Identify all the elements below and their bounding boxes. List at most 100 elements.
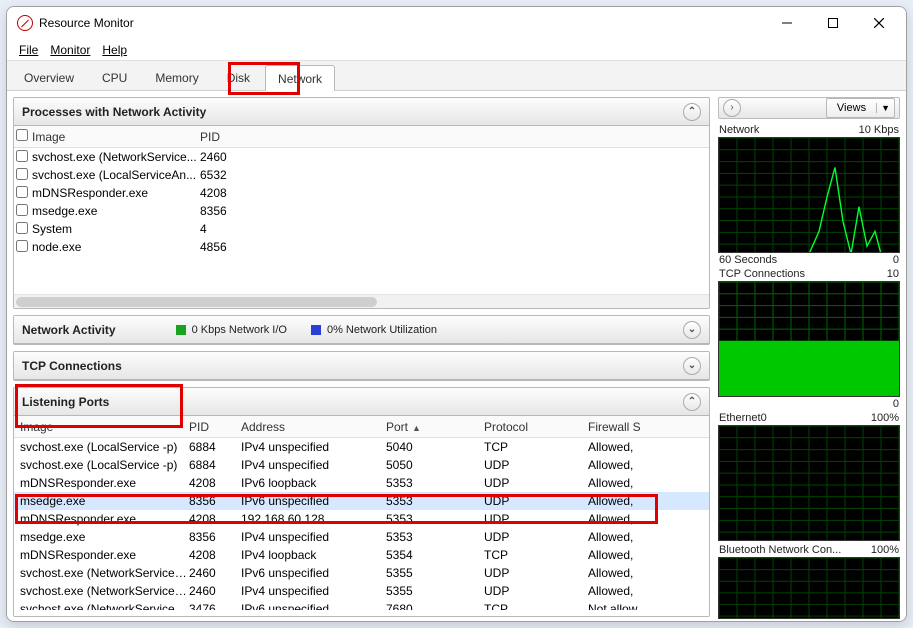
listening-port-row[interactable]: mDNSResponder.exe 4208 IPv4 loopback 535… <box>14 546 709 564</box>
row-checkbox[interactable] <box>16 168 28 180</box>
chevron-down-icon: ⌄ <box>688 361 696 371</box>
process-row[interactable]: mDNSResponder.exe 4208 <box>14 184 709 202</box>
collapse-panel-button[interactable]: › <box>723 99 741 117</box>
collapse-button[interactable]: ⌃ <box>683 393 701 411</box>
listening-port-row[interactable]: svchost.exe (NetworkService -p) 2460 IPv… <box>14 564 709 582</box>
cell-port: 5050 <box>386 458 484 472</box>
process-row[interactable]: svchost.exe (NetworkService... 2460 <box>14 148 709 166</box>
tab-network[interactable]: Network <box>265 65 335 91</box>
cell-pid: 4 <box>200 222 260 236</box>
col-pid[interactable]: PID <box>189 420 241 434</box>
listening-port-row[interactable]: svchost.exe (LocalService -p) 6884 IPv4 … <box>14 438 709 456</box>
tab-memory[interactable]: Memory <box>142 64 211 90</box>
scroll-thumb[interactable] <box>16 297 377 307</box>
cell-pid: 6884 <box>189 458 241 472</box>
cell-port: 5355 <box>386 584 484 598</box>
col-port[interactable]: Port▲ <box>386 420 484 434</box>
cell-firewall: Allowed, <box>588 584 654 598</box>
row-checkbox[interactable] <box>16 240 28 252</box>
expand-button[interactable]: ⌄ <box>683 357 701 375</box>
cell-address: IPv4 unspecified <box>241 440 386 454</box>
app-icon <box>17 15 33 31</box>
legend-util: 0% Network Utilization <box>311 324 437 336</box>
graph-title: Bluetooth Network Con... <box>719 544 841 556</box>
menu-help[interactable]: Help <box>96 41 133 59</box>
cell-image: msedge.exe <box>14 530 189 544</box>
views-dropdown[interactable]: Views ▼ <box>826 98 895 118</box>
cell-image: svchost.exe (NetworkService -p) <box>14 602 189 610</box>
cell-port: 7680 <box>386 602 484 610</box>
process-row[interactable]: svchost.exe (LocalServiceAn... 6532 <box>14 166 709 184</box>
processes-header[interactable]: Processes with Network Activity ⌃ <box>14 98 709 126</box>
cell-port: 5353 <box>386 512 484 526</box>
row-checkbox[interactable] <box>16 222 28 234</box>
cell-pid: 2460 <box>189 566 241 580</box>
maximize-button[interactable] <box>810 8 856 38</box>
cell-port: 5353 <box>386 494 484 508</box>
cell-image: svchost.exe (LocalService -p) <box>14 458 189 472</box>
tab-overview[interactable]: Overview <box>11 64 87 90</box>
horizontal-scrollbar[interactable] <box>14 294 709 308</box>
listening-port-row[interactable]: mDNSResponder.exe 4208 192.168.60.128 53… <box>14 510 709 528</box>
row-checkbox[interactable] <box>16 186 28 198</box>
cell-pid: 6532 <box>200 168 260 182</box>
processes-columns: Image PID <box>14 126 709 148</box>
cell-pid: 8356 <box>200 204 260 218</box>
processes-title: Processes with Network Activity <box>22 105 206 119</box>
tab-cpu[interactable]: CPU <box>89 64 140 90</box>
cell-image: svchost.exe (NetworkService -p) <box>14 584 189 598</box>
tcp-header[interactable]: TCP Connections ⌄ <box>14 352 709 380</box>
col-pid[interactable]: PID <box>200 130 260 144</box>
minimize-button[interactable] <box>764 8 810 38</box>
row-checkbox[interactable] <box>16 204 28 216</box>
processes-body: Image PID svchost.exe (NetworkService...… <box>14 126 709 308</box>
collapse-button[interactable]: ⌃ <box>683 103 701 121</box>
cell-protocol: UDP <box>484 494 588 508</box>
menu-monitor[interactable]: Monitor <box>44 41 96 59</box>
cell-firewall: Allowed, <box>588 458 654 472</box>
listening-ports-header[interactable]: Listening Ports ⌃ <box>14 388 709 416</box>
menu-file[interactable]: File <box>13 41 44 59</box>
expand-button[interactable]: ⌄ <box>683 321 701 339</box>
cell-address: IPv4 unspecified <box>241 458 386 472</box>
titlebar[interactable]: Resource Monitor <box>7 7 906 39</box>
chevron-up-icon: ⌃ <box>688 107 696 117</box>
col-image[interactable]: Image <box>14 420 189 434</box>
graph-canvas <box>718 137 900 253</box>
graph-scale: 10 Kbps <box>859 124 899 136</box>
cell-address: IPv6 unspecified <box>241 566 386 580</box>
listening-port-row[interactable]: svchost.exe (LocalService -p) 6884 IPv4 … <box>14 456 709 474</box>
network-activity-header[interactable]: Network Activity 0 Kbps Network I/O 0% N… <box>14 316 709 344</box>
cell-image: mDNSResponder.exe <box>14 476 189 490</box>
tab-disk[interactable]: Disk <box>214 64 263 90</box>
listening-ports-title: Listening Ports <box>22 395 109 409</box>
listening-port-row[interactable]: svchost.exe (NetworkService -p) 2460 IPv… <box>14 582 709 600</box>
select-all-checkbox[interactable] <box>16 129 28 141</box>
cell-protocol: UDP <box>484 584 588 598</box>
cell-protocol: UDP <box>484 476 588 490</box>
graph-block: TCP Connections10 0 <box>718 267 900 411</box>
process-row[interactable]: msedge.exe 8356 <box>14 202 709 220</box>
chevron-up-icon: ⌃ <box>688 397 696 407</box>
listening-port-row[interactable]: svchost.exe (NetworkService -p) 3476 IPv… <box>14 600 709 610</box>
col-protocol[interactable]: Protocol <box>484 420 588 434</box>
right-top-bar: › Views ▼ <box>718 97 900 119</box>
cell-address: IPv4 loopback <box>241 548 386 562</box>
listening-port-row[interactable]: msedge.exe 8356 IPv4 unspecified 5353 UD… <box>14 528 709 546</box>
col-address[interactable]: Address <box>241 420 386 434</box>
chevron-down-icon: ⌄ <box>688 325 696 335</box>
cell-protocol: TCP <box>484 602 588 610</box>
row-checkbox[interactable] <box>16 150 28 162</box>
listening-port-row[interactable]: mDNSResponder.exe 4208 IPv6 loopback 535… <box>14 474 709 492</box>
col-image[interactable]: Image <box>30 130 200 144</box>
graph-canvas <box>718 425 900 541</box>
cell-address: IPv4 unspecified <box>241 584 386 598</box>
listening-port-row[interactable]: msedge.exe 8356 IPv6 unspecified 5353 UD… <box>14 492 709 510</box>
close-button[interactable] <box>856 8 902 38</box>
cell-address: 192.168.60.128 <box>241 512 386 526</box>
col-firewall[interactable]: Firewall S <box>588 420 654 434</box>
process-row[interactable]: node.exe 4856 <box>14 238 709 256</box>
process-row[interactable]: System 4 <box>14 220 709 238</box>
graph-foot-right: 0 <box>893 254 899 266</box>
dropdown-arrow-icon: ▼ <box>876 103 894 113</box>
